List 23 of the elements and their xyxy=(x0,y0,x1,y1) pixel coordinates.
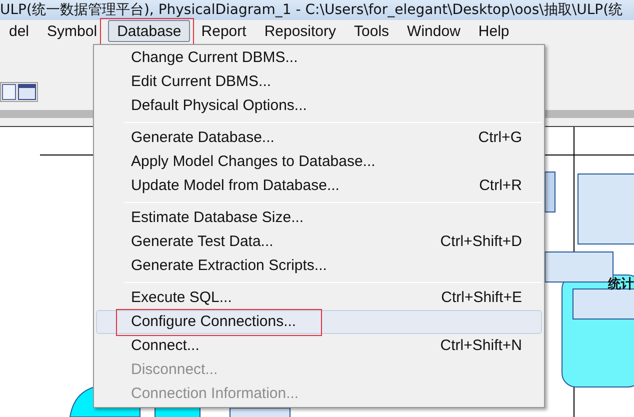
menu-item[interactable]: Execute SQL... Ctrl+Shift+E xyxy=(96,286,542,310)
menu-item[interactable]: Generate Database... Ctrl+G xyxy=(96,126,542,150)
menu-item[interactable]: Connect... Ctrl+Shift+N xyxy=(96,334,542,358)
menu-bar-item[interactable]: Tools xyxy=(345,20,398,42)
menu-bar-item[interactable]: Report xyxy=(192,20,256,42)
menu-bar-item[interactable]: Database xyxy=(108,20,190,42)
menu-item[interactable]: Edit Current DBMS... xyxy=(96,70,542,94)
menu-item[interactable]: Generate Extraction Scripts... xyxy=(96,254,542,278)
menu-item[interactable]: Apply Model Changes to Database... xyxy=(96,150,542,174)
menu-bar-item[interactable]: Repository xyxy=(255,20,346,42)
menu-item[interactable]: Estimate Database Size... xyxy=(96,206,542,230)
menu-bar-item[interactable]: Window xyxy=(398,20,470,42)
menu-item[interactable]: Generate Test Data... Ctrl+Shift+D xyxy=(96,230,542,254)
menu-bar-item[interactable]: Help xyxy=(469,20,518,42)
menu-item[interactable]: Change Current DBMS... xyxy=(96,46,542,70)
menu-item[interactable]: Configure Connections... xyxy=(96,310,542,334)
menu-item[interactable]: Update Model from Database... Ctrl+R xyxy=(96,174,542,198)
menu-bar-item[interactable]: Symbol xyxy=(38,20,106,42)
menu-item[interactable]: Default Physical Options... xyxy=(96,94,542,118)
window-title: ULP(统一数据管理平台), PhysicalDiagram_1 - C:\Users\for_elegant\Desktop\oos\抽取\ULP(统 xyxy=(0,3,623,17)
menu-bar-item[interactable]: del xyxy=(0,20,38,42)
package-label: 统计 xyxy=(608,277,634,290)
table-icon[interactable] xyxy=(18,84,36,100)
